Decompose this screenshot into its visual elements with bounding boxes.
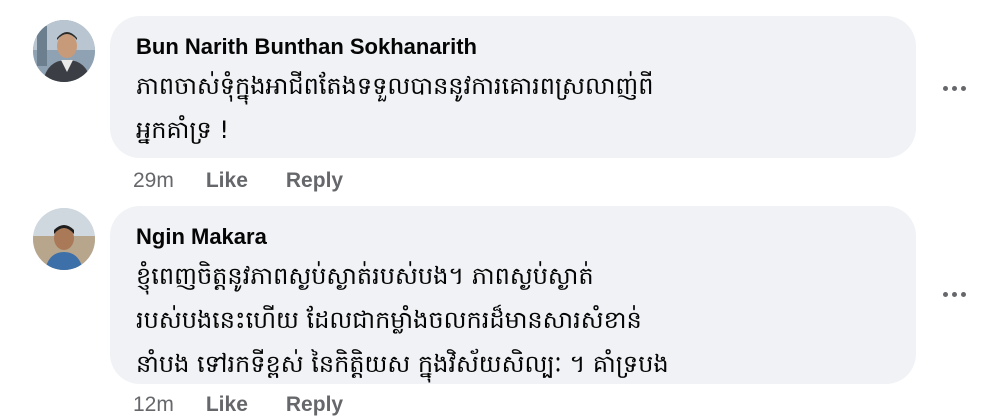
comment-item: Ngin Makara ខ្ញុំពេញចិត្តនូវភាពស្ងប់ស្ងា… [0,0,1000,416]
comment-timestamp[interactable]: 12m [133,393,174,417]
avatar[interactable] [33,208,95,270]
comment-bubble: Ngin Makara ខ្ញុំពេញចិត្តនូវភាពស្ងប់ស្ងា… [110,206,916,384]
reply-button[interactable]: Reply [286,393,343,417]
like-button[interactable]: Like [206,393,248,417]
avatar-photo [33,208,95,270]
comment-author[interactable]: Ngin Makara [136,222,890,252]
comment-actions: 12m Like Reply [133,390,381,420]
comment-text: ខ្ញុំពេញចិត្តនូវភាពស្ងប់ស្ងាត់របស់បង។ ភា… [136,262,669,378]
more-options-icon[interactable] [934,284,974,304]
